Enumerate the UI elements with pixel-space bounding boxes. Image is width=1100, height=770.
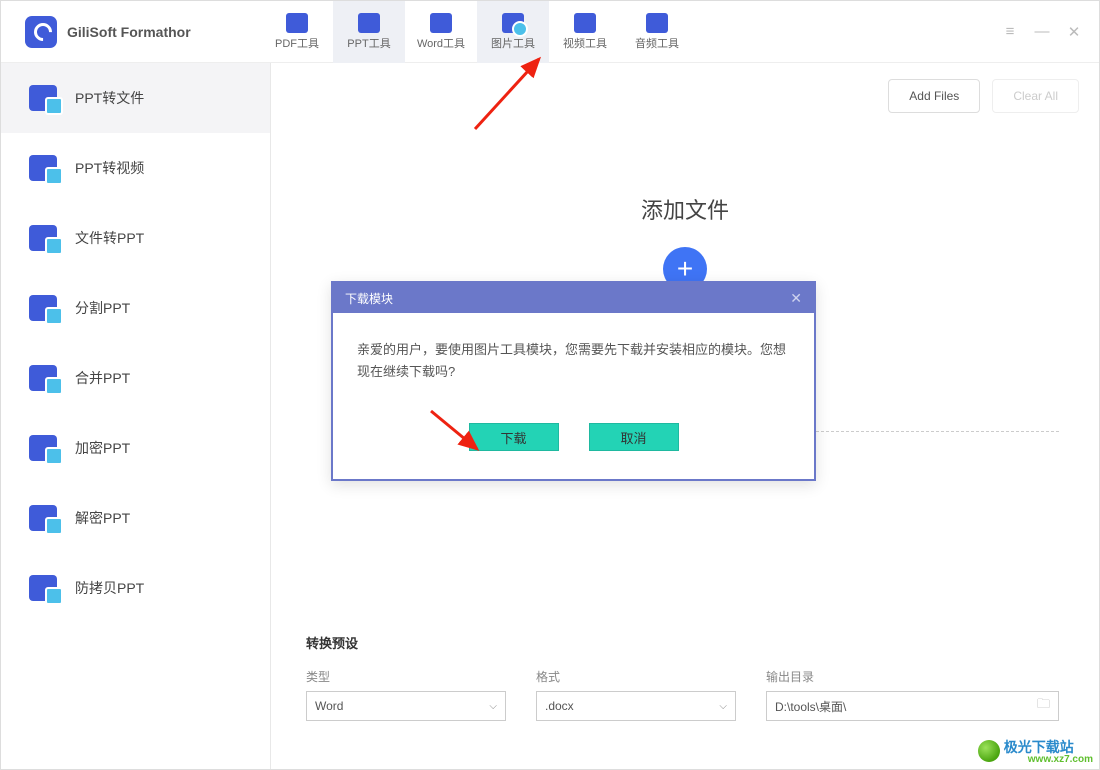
sidebar-item-ppt-to-video[interactable]: PPT转视频	[1, 133, 270, 203]
clear-all-button[interactable]: Clear All	[992, 79, 1079, 113]
folder-icon[interactable]: 🗀	[1037, 695, 1050, 717]
window-controls: ≡ — ✕	[1001, 23, 1099, 41]
title-bar: GiliSoft Formathor PDF工具 PPT工具 Word工具 图片…	[1, 1, 1099, 63]
unlock-icon	[29, 505, 57, 531]
sidebar-item-label: 解密PPT	[75, 508, 130, 528]
drop-zone-title: 添加文件	[641, 193, 729, 225]
tab-ppt-tools[interactable]: PPT工具	[333, 1, 405, 63]
dialog-body: 亲爱的用户，要使用图片工具模块，您需要先下载并安装相应的模块。您想现在继续下载吗…	[333, 313, 814, 423]
image-icon	[502, 13, 524, 33]
download-button[interactable]: 下载	[469, 423, 559, 451]
conversion-presets: 转换预设 类型 Word ⌵ 格式 .docx ⌵ 输出目录 D:\tools\桌面…	[306, 633, 1059, 721]
sidebar-item-label: 分割PPT	[75, 298, 130, 318]
tab-image-tools[interactable]: 图片工具	[477, 1, 549, 63]
minimize-icon[interactable]: —	[1033, 23, 1051, 40]
tab-label: PDF工具	[275, 35, 319, 51]
word-icon	[430, 13, 452, 33]
menu-icon[interactable]: ≡	[1001, 23, 1019, 40]
sidebar: PPT转文件 PPT转视频 文件转PPT 分割PPT 合并PPT 加密PPT 解…	[1, 63, 271, 769]
dialog-close-icon[interactable]: ✕	[790, 290, 802, 307]
sidebar-item-label: PPT转文件	[75, 88, 144, 108]
logo-area: GiliSoft Formathor	[1, 16, 261, 48]
ppt-file-icon	[29, 85, 57, 111]
sidebar-item-label: 加密PPT	[75, 438, 130, 458]
sidebar-item-label: 防拷贝PPT	[75, 578, 144, 598]
chevron-down-icon: ⌵	[489, 701, 497, 712]
sidebar-item-label: 文件转PPT	[75, 228, 144, 248]
type-select[interactable]: Word ⌵	[306, 691, 506, 721]
tab-video-tools[interactable]: 视频工具	[549, 1, 621, 63]
tab-label: 视频工具	[563, 35, 607, 51]
type-value: Word	[315, 699, 343, 713]
sidebar-item-label: PPT转视频	[75, 158, 144, 178]
tab-label: 音频工具	[635, 35, 679, 51]
sidebar-item-ppt-to-file[interactable]: PPT转文件	[1, 63, 270, 133]
output-dir-field[interactable]: D:\tools\桌面\ 🗀	[766, 691, 1059, 721]
sidebar-item-merge-ppt[interactable]: 合并PPT	[1, 343, 270, 413]
dialog-footer: 下载 取消	[333, 423, 814, 479]
dialog-title: 下载模块	[345, 290, 393, 307]
tab-label: PPT工具	[347, 35, 390, 51]
sidebar-item-label: 合并PPT	[75, 368, 130, 388]
video-icon	[574, 13, 596, 33]
ppt-icon	[358, 13, 380, 33]
sidebar-item-decrypt-ppt[interactable]: 解密PPT	[1, 483, 270, 553]
format-label: 格式	[536, 668, 736, 685]
presets-heading: 转换预设	[306, 633, 1059, 652]
convert-button[interactable]	[899, 733, 1059, 761]
cancel-button[interactable]: 取消	[589, 423, 679, 451]
output-dir-value: D:\tools\桌面\	[775, 698, 846, 715]
split-icon	[29, 295, 57, 321]
audio-icon	[646, 13, 668, 33]
tab-audio-tools[interactable]: 音频工具	[621, 1, 693, 63]
app-logo-icon	[25, 16, 57, 48]
download-module-dialog: 下载模块 ✕ 亲爱的用户，要使用图片工具模块，您需要先下载并安装相应的模块。您想…	[331, 281, 816, 481]
chevron-down-icon: ⌵	[719, 701, 727, 712]
merge-icon	[29, 365, 57, 391]
sidebar-item-split-ppt[interactable]: 分割PPT	[1, 273, 270, 343]
shield-icon	[29, 575, 57, 601]
sidebar-item-anticopy-ppt[interactable]: 防拷贝PPT	[1, 553, 270, 623]
drop-zone: 添加文件 +	[271, 193, 1099, 291]
tool-tabs: PDF工具 PPT工具 Word工具 图片工具 视频工具 音频工具	[261, 1, 693, 63]
dialog-header[interactable]: 下载模块 ✕	[333, 283, 814, 313]
output-dir-label: 输出目录	[766, 668, 1059, 685]
tab-label: 图片工具	[491, 35, 535, 51]
ppt-video-icon	[29, 155, 57, 181]
format-select[interactable]: .docx ⌵	[536, 691, 736, 721]
file-ppt-icon	[29, 225, 57, 251]
top-buttons: Add Files Clear All	[888, 79, 1079, 113]
add-files-button[interactable]: Add Files	[888, 79, 980, 113]
lock-icon	[29, 435, 57, 461]
tab-label: Word工具	[417, 35, 465, 51]
format-value: .docx	[545, 699, 574, 713]
sidebar-item-file-to-ppt[interactable]: 文件转PPT	[1, 203, 270, 273]
type-label: 类型	[306, 668, 506, 685]
sidebar-item-encrypt-ppt[interactable]: 加密PPT	[1, 413, 270, 483]
app-title: GiliSoft Formathor	[67, 24, 191, 40]
tab-word-tools[interactable]: Word工具	[405, 1, 477, 63]
close-icon[interactable]: ✕	[1065, 23, 1083, 41]
tab-pdf-tools[interactable]: PDF工具	[261, 1, 333, 63]
pdf-icon	[286, 13, 308, 33]
